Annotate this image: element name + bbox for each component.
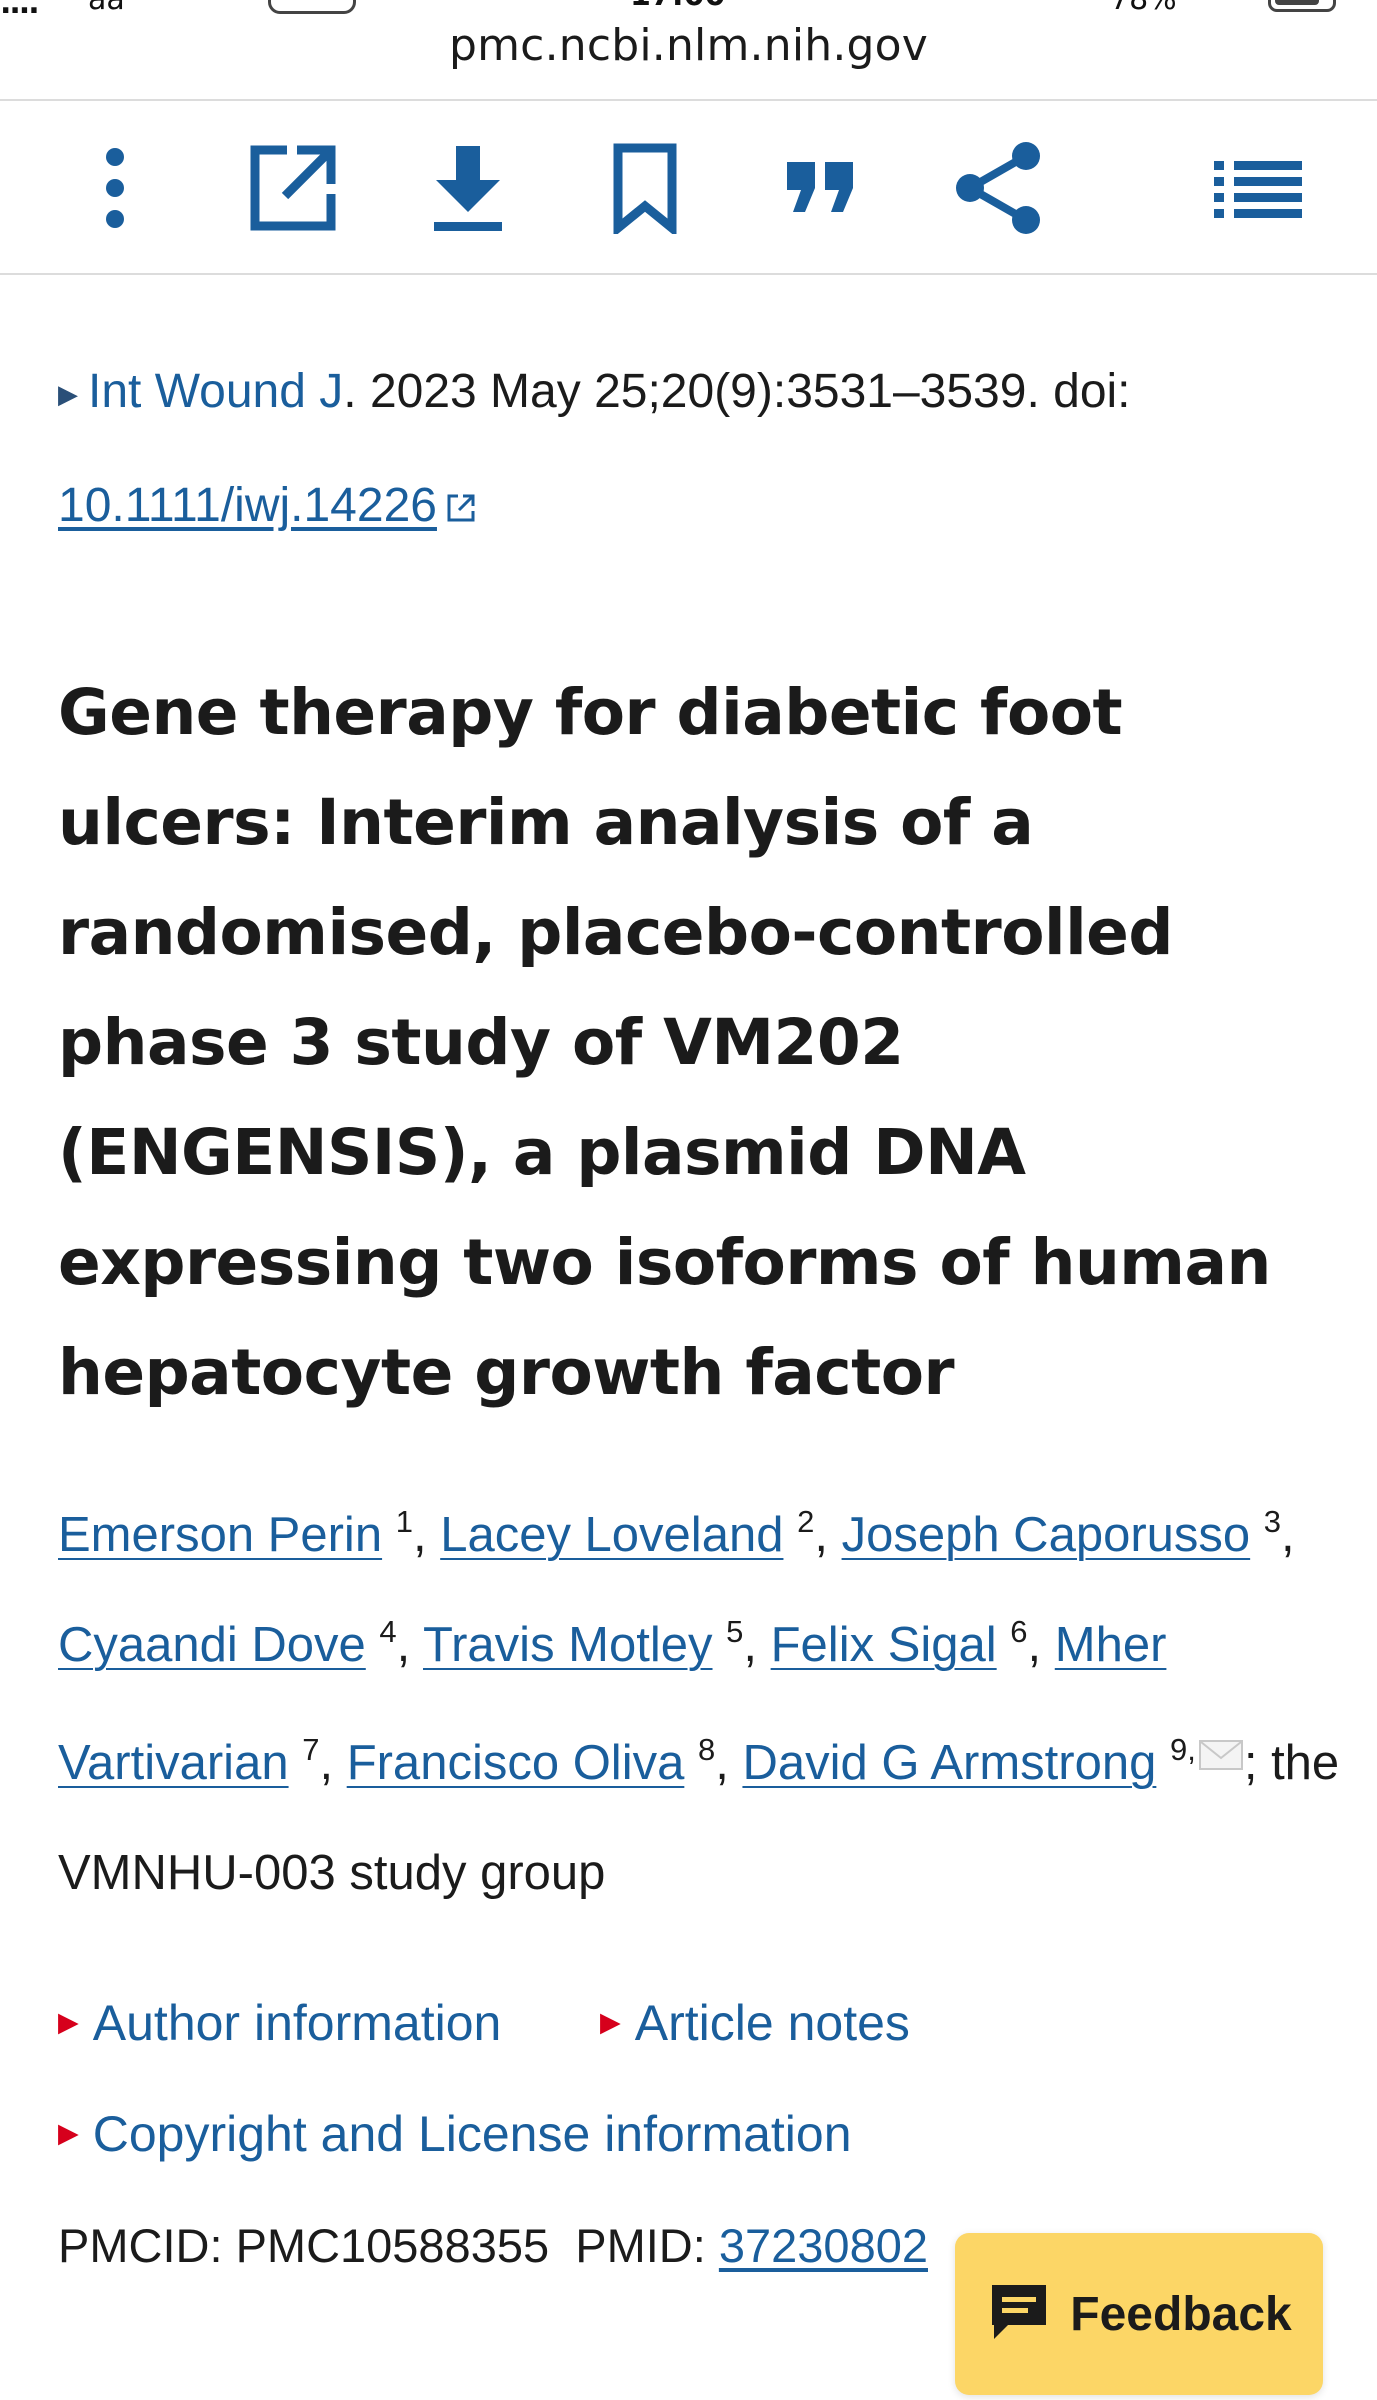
open-external-icon[interactable] (238, 133, 348, 243)
affiliation-number[interactable]: 9, (1170, 1732, 1196, 1767)
pmid-label: PMID: (575, 2219, 719, 2272)
battery-icon (1268, 0, 1336, 12)
bookmark-icon[interactable] (590, 133, 700, 243)
signal-icon: .... (0, 0, 40, 21)
author-information-toggle[interactable]: ▶ Author information (58, 1994, 501, 2052)
affiliation-number[interactable]: 2 (797, 1504, 814, 1539)
feedback-label: Feedback (1070, 2287, 1292, 2341)
author-link[interactable]: Joseph Caporusso (842, 1508, 1251, 1562)
author-link[interactable]: Francisco Oliva (347, 1736, 685, 1790)
affiliation-number[interactable]: 5 (726, 1614, 743, 1649)
author-link[interactable]: Travis Motley (423, 1618, 713, 1672)
feedback-button[interactable]: Feedback (955, 2233, 1323, 2395)
article-notes-label: Article notes (634, 1995, 910, 2051)
author-link[interactable]: Lacey Loveland (440, 1508, 783, 1562)
copyright-license-toggle[interactable]: ▶ Copyright and License information (58, 2105, 852, 2163)
author-information-label: Author information (92, 1995, 502, 2051)
status-bar: .... aa 17:00 78% (0, 0, 1377, 22)
article-notes-toggle[interactable]: ▶ Article notes (600, 1994, 910, 2052)
more-vertical-icon[interactable] (60, 133, 170, 243)
affiliation-number[interactable]: 3 (1264, 1504, 1281, 1539)
article-toolbar (0, 100, 1377, 274)
pmcid-label: PMCID: (58, 2219, 236, 2272)
affiliation-number[interactable]: 7 (302, 1732, 319, 1767)
clock: 17:00 (630, 0, 726, 13)
pmid-link[interactable]: 37230802 (719, 2219, 928, 2272)
author-link[interactable]: Cyaandi Dove (58, 1618, 366, 1672)
affiliation-number[interactable]: 4 (379, 1614, 396, 1649)
battery-percent: 78% (1110, 0, 1177, 17)
expand-triangle-icon: ▶ (58, 2118, 79, 2149)
cite-quote-icon[interactable] (766, 133, 876, 243)
author-link[interactable]: Felix Sigal (771, 1618, 997, 1672)
expand-triangle-icon[interactable]: ▶ (58, 379, 78, 409)
doi-link[interactable]: 10.1111/iwj.14226 (58, 479, 437, 532)
affiliation-number[interactable]: 8 (698, 1732, 715, 1767)
article-title: Gene therapy for diabetic foot ulcers: I… (58, 676, 1271, 1409)
copyright-license-label: Copyright and License information (92, 2106, 852, 2162)
journal-link[interactable]: Int Wound J (88, 365, 343, 418)
article-identifiers: PMCID: PMC10588355 PMID: 37230802 (58, 2218, 928, 2273)
expand-triangle-icon: ▶ (600, 2007, 621, 2038)
status-pill-icon (268, 0, 356, 14)
author-link[interactable]: Emerson Perin (58, 1508, 382, 1562)
carrier-label: aa (88, 0, 125, 17)
divider (0, 273, 1377, 275)
share-icon[interactable] (943, 133, 1053, 243)
expand-triangle-icon: ▶ (58, 2007, 79, 2038)
url-bar[interactable]: pmc.ncbi.nlm.nih.gov (0, 20, 1377, 71)
citation: ▶ Int Wound J. 2023 May 25;20(9):3531–353… (58, 336, 1328, 565)
author-link[interactable]: David G Armstrong (742, 1736, 1156, 1790)
external-link-icon (445, 453, 477, 565)
list-icon[interactable] (1203, 133, 1313, 243)
affiliation-number[interactable]: 6 (1010, 1614, 1027, 1649)
download-icon[interactable] (413, 133, 523, 243)
citation-details: . 2023 May 25;20(9):3531–3539. doi: (343, 365, 1131, 418)
envelope-icon[interactable] (1198, 1700, 1244, 1810)
affiliation-number[interactable]: 1 (396, 1504, 413, 1539)
feedback-icon (986, 2281, 1052, 2347)
pmcid-value: PMC10588355 (235, 2219, 550, 2272)
author-list: Emerson Perin 1, Lacey Loveland 2, Josep… (58, 1504, 1340, 1900)
